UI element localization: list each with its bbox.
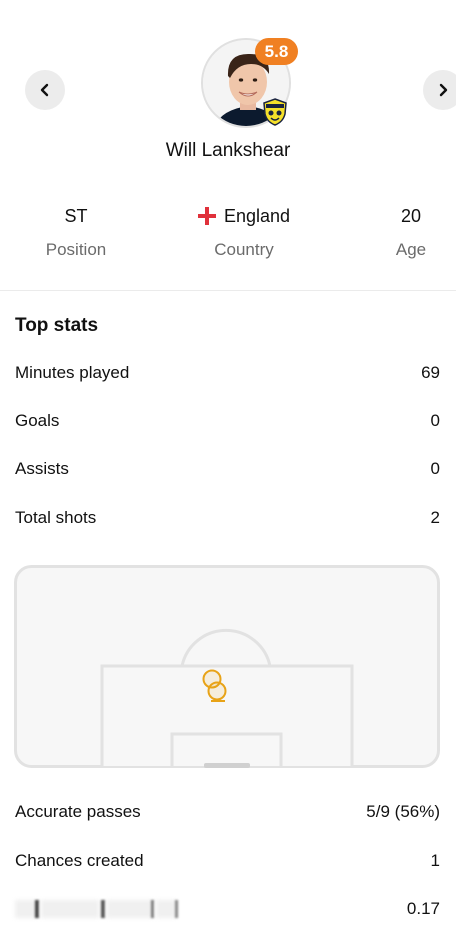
stat-label: Assists <box>15 459 69 478</box>
blurred-stat-label <box>15 898 440 922</box>
previous-player-button[interactable] <box>25 70 65 110</box>
stat-row: Assists 0 <box>15 459 440 479</box>
chevron-right-icon <box>439 83 448 97</box>
stat-row: Minutes played 69 <box>15 363 440 383</box>
country-value: England <box>223 206 291 226</box>
stat-value: 2 <box>430 508 440 527</box>
next-player-button[interactable] <box>423 70 456 110</box>
position-value: ST <box>64 206 88 226</box>
top-stats-title: Top stats <box>15 315 99 336</box>
shot-map[interactable] <box>14 565 440 768</box>
stat-label: Goals <box>15 411 60 430</box>
player-name: Will Lankshear <box>165 140 291 161</box>
stat-label: Total shots <box>15 508 97 527</box>
section-divider <box>0 290 456 291</box>
country-label: Country <box>214 240 274 259</box>
oxford-united-badge-icon <box>263 98 287 126</box>
player-rating-badge: 5.8 <box>255 38 298 65</box>
age-label: Age <box>395 240 427 259</box>
age-value: 20 <box>400 206 422 226</box>
stat-label: Accurate passes <box>15 802 141 821</box>
stat-label: Chances created <box>15 851 144 870</box>
chevron-left-icon <box>40 83 49 97</box>
stat-row: Chances created 1 <box>15 851 440 871</box>
stat-row: Total shots 2 <box>15 508 440 528</box>
stat-label: Minutes played <box>15 363 130 382</box>
position-label: Position <box>45 240 107 259</box>
stat-value: 69 <box>421 363 440 382</box>
age-info: 20 Age <box>381 203 441 260</box>
stat-row: Accurate passes 5/9 (56%) <box>15 802 440 822</box>
stat-value: 1 <box>430 851 440 870</box>
stat-value: 5/9 (56%) <box>366 802 440 821</box>
stat-row: Goals 0 <box>15 411 440 431</box>
position-info: ST Position <box>36 203 116 260</box>
goal-marker <box>204 763 250 768</box>
england-flag-icon <box>197 207 216 225</box>
shot-marker[interactable] <box>207 681 227 702</box>
stat-value: 0 <box>430 459 440 478</box>
stat-value: 0 <box>430 411 440 430</box>
country-info: England Country <box>184 203 304 260</box>
